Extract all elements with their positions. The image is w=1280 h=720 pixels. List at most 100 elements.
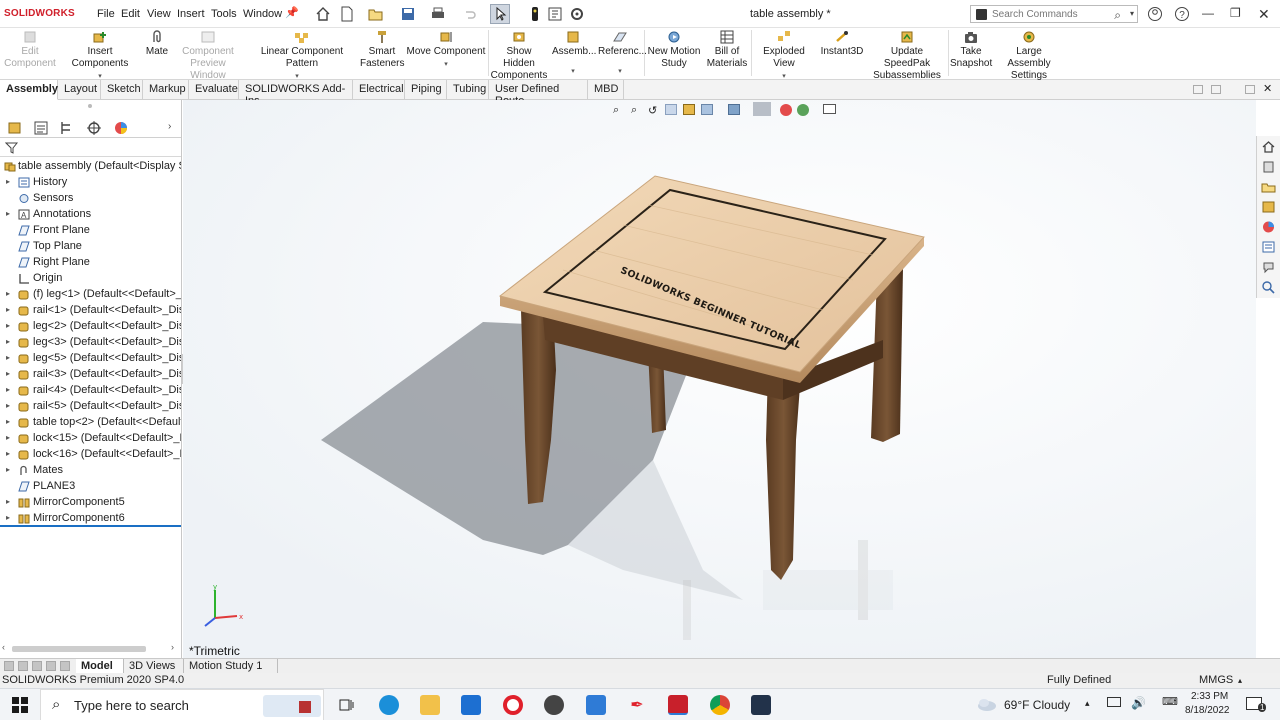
instant3d-button[interactable]: Instant3D (819, 30, 865, 58)
design-library-icon[interactable] (1261, 160, 1276, 174)
expand-arrow-icon[interactable]: ▸ (6, 462, 10, 478)
tab-list-icon[interactable] (60, 661, 70, 671)
tree-item[interactable]: Right Plane (0, 254, 181, 270)
chevron-down-icon[interactable]: ▾ (552, 66, 594, 78)
next-tab-icon[interactable] (32, 661, 42, 671)
linear-component-pattern-button[interactable]: Linear Component Pattern ▾ (246, 30, 358, 83)
model-viewport[interactable] (183, 100, 1256, 658)
minimize-icon[interactable]: — (1202, 6, 1214, 20)
tab-layout[interactable]: Layout (58, 80, 101, 100)
tab-sketch[interactable]: Sketch (101, 80, 143, 100)
tree-root-assembly[interactable]: table assembly (Default<Display Sta (0, 158, 181, 174)
hide-show-items-icon[interactable] (753, 102, 771, 116)
tree-item[interactable]: ▸ lock<15> (Default<<Default>_Di (0, 430, 181, 446)
panel-grip[interactable] (88, 104, 92, 108)
chevron-down-icon[interactable]: ▾ (1130, 9, 1134, 18)
edit-appearance-icon[interactable] (780, 104, 792, 116)
expand-arrow-icon[interactable]: ▸ (6, 414, 10, 430)
chrome-browser-icon[interactable] (710, 695, 730, 715)
options-gear-icon[interactable] (569, 6, 585, 22)
tree-item[interactable]: ▸ (f) leg<1> (Default<<Default>_D (0, 286, 181, 302)
show-hidden-components-button[interactable]: Show Hidden Components (490, 30, 548, 82)
solidworks-logo[interactable]: SOLIDWORKS (4, 8, 75, 19)
clock-date[interactable]: 8/18/2022 (1185, 705, 1230, 716)
graphics-area[interactable]: SOLIDWORKS BEGINNER TUTORIAL ⌕ ⌕ ↺ y x *… (183, 100, 1256, 658)
tree-item[interactable]: ▸ rail<3> (Default<<Default>_Disp (0, 366, 181, 382)
tab-tubing[interactable]: Tubing (447, 80, 489, 100)
keyboard-icon[interactable]: ⌨ (1162, 695, 1178, 708)
expand-arrow-icon[interactable]: ▸ (6, 206, 10, 222)
edit-component-button[interactable]: Edit Component (4, 30, 56, 70)
menu-window[interactable]: Window (243, 8, 282, 20)
tree-item[interactable]: PLANE3 (0, 478, 181, 494)
expand-arrow-icon[interactable]: ▸ (6, 174, 10, 190)
chevron-right-icon[interactable]: › (168, 121, 171, 132)
view-settings-icon[interactable] (823, 104, 836, 114)
file-explorer-icon[interactable] (1261, 180, 1276, 194)
tree-item[interactable]: ▸ table top<2> (Default<<Default: (0, 414, 181, 430)
view-palette-icon[interactable] (1261, 200, 1276, 214)
zoom-to-fit-icon[interactable]: ⌕ (613, 104, 625, 116)
tree-item[interactable]: ▸ leg<2> (Default<<Default>_Disp (0, 318, 181, 334)
tree-item[interactable]: Top Plane (0, 238, 181, 254)
expand-arrow-icon[interactable]: ▸ (6, 318, 10, 334)
volume-icon[interactable]: 🔊 (1131, 696, 1146, 710)
expand-arrow-icon[interactable]: ▸ (6, 430, 10, 446)
tab-user-defined-route[interactable]: User Defined Route (489, 80, 588, 107)
clock-time[interactable]: 2:33 PM (1191, 691, 1228, 702)
tree-item[interactable]: ▸ MirrorComponent5 (0, 494, 181, 510)
help-icon[interactable]: ? (1174, 6, 1190, 22)
opera-browser-icon[interactable] (503, 695, 523, 715)
large-assembly-settings-button[interactable]: Large Assembly Settings (994, 30, 1064, 82)
cloudy-weather-icon[interactable] (976, 697, 998, 711)
configuration-manager-tab-icon[interactable] (58, 120, 76, 136)
menu-edit[interactable]: Edit (121, 8, 140, 20)
select-arrow-button[interactable] (490, 4, 510, 24)
expand-arrow-icon[interactable]: ▸ (6, 286, 10, 302)
custom-properties-icon[interactable] (1261, 240, 1276, 254)
pdf-reader-icon[interactable]: ✒ (627, 695, 647, 715)
scroll-left-icon[interactable]: ‹ (2, 642, 5, 652)
tree-item[interactable]: ▸ MirrorComponent6 (0, 510, 181, 526)
doc-minimize-icon[interactable] (1211, 85, 1221, 94)
doc-close-icon[interactable]: ✕ (1263, 82, 1273, 95)
dimxpert-tab-icon[interactable] (85, 120, 103, 136)
feature-tree-tab-icon[interactable] (6, 120, 24, 136)
tab-motion-study-1[interactable]: Motion Study 1 (184, 659, 278, 674)
file-explorer-icon[interactable] (420, 695, 440, 715)
expand-arrow-icon[interactable]: ▸ (6, 510, 10, 526)
undo-icon[interactable] (462, 6, 478, 22)
pin-icon[interactable]: 📌 (285, 6, 299, 19)
exploded-view-button[interactable]: Exploded View ▾ (753, 30, 815, 83)
mate-button[interactable]: Mate (144, 30, 170, 58)
tab-piping[interactable]: Piping (405, 80, 447, 100)
new-document-icon[interactable] (339, 6, 355, 22)
zoom-to-area-icon[interactable]: ⌕ (631, 104, 643, 116)
tree-item[interactable]: ▸ rail<5> (Default<<Default>_Disp (0, 398, 181, 414)
tab-mbd[interactable]: MBD (588, 80, 624, 100)
solidworks-resources-icon[interactable] (1261, 140, 1276, 154)
tab-evaluate[interactable]: Evaluate (189, 80, 239, 100)
tree-item[interactable]: ▸ A Annotations (0, 206, 181, 222)
tree-item[interactable]: ▸ rail<1> (Default<<Default>_Disp (0, 302, 181, 318)
appearances-icon[interactable] (1261, 220, 1276, 234)
open-folder-icon[interactable] (368, 6, 384, 22)
reference-geometry-button[interactable]: Referenc... ▾ (598, 30, 647, 78)
first-tab-icon[interactable] (4, 661, 14, 671)
menu-tools[interactable]: Tools (211, 8, 237, 20)
save-icon[interactable] (400, 6, 416, 22)
smart-fasteners-button[interactable]: Smart Fasteners (360, 30, 404, 70)
tab-model[interactable]: Model (76, 659, 124, 674)
tree-item[interactable]: Sensors (0, 190, 181, 206)
search-commands-field[interactable]: Search Commands ⌕ ▾ (970, 5, 1138, 23)
property-manager-tab-icon[interactable] (32, 120, 50, 136)
tab-assembly[interactable]: Assembly (0, 80, 58, 100)
expand-arrow-icon[interactable]: ▸ (6, 334, 10, 350)
chevron-down-icon[interactable]: ▾ (598, 66, 642, 78)
filter-icon[interactable] (5, 142, 19, 154)
expand-arrow-icon[interactable]: ▸ (6, 366, 10, 382)
screen-recorder-icon[interactable] (751, 695, 771, 715)
bill-of-materials-button[interactable]: Bill of Materials (704, 30, 750, 70)
app-wheel-icon[interactable] (544, 695, 564, 715)
expand-arrow-icon[interactable]: ▸ (6, 350, 10, 366)
